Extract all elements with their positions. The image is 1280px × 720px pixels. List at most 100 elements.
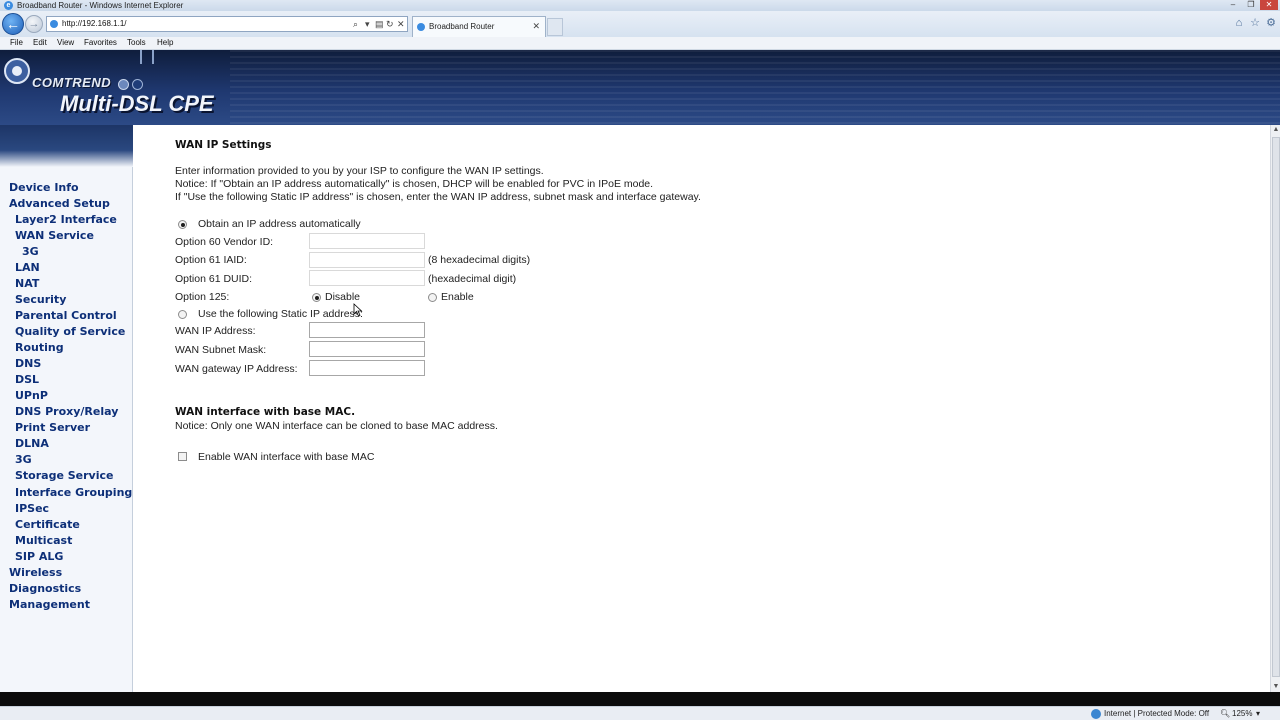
wan-gateway-input[interactable] (309, 360, 425, 376)
mac-section-title: WAN interface with base MAC. (175, 406, 356, 418)
back-button[interactable]: ← (2, 13, 24, 35)
stop-icon[interactable]: ✕ (397, 17, 405, 31)
brand-dot (132, 79, 143, 90)
zoom-dropdown-icon[interactable]: ▾ (1256, 707, 1260, 720)
enable-base-mac-checkbox[interactable] (178, 452, 187, 461)
sidebar-item-diagnostics[interactable]: Diagnostics (9, 582, 81, 595)
zoom-icon[interactable]: 🔍︎ (1220, 707, 1230, 720)
mouse-cursor-icon (353, 303, 363, 317)
menu-file[interactable]: File (10, 37, 23, 49)
sidebar-item-nat[interactable]: NAT (15, 277, 39, 290)
sidebar-item-parental-control[interactable]: Parental Control (15, 309, 117, 322)
window-title: Broadband Router - Windows Internet Expl… (17, 1, 184, 10)
sidebar-header-blend (0, 125, 133, 167)
sidebar-item-interface-grouping[interactable]: Interface Grouping (15, 486, 132, 499)
dropdown-arrow-icon[interactable]: ▾ (365, 17, 370, 31)
sidebar-item-dns-proxy-relay[interactable]: DNS Proxy/Relay (15, 405, 118, 418)
menu-help[interactable]: Help (157, 37, 173, 49)
sidebar-item-wan-service[interactable]: WAN Service (15, 229, 94, 242)
option61-iaid-input[interactable] (309, 252, 425, 268)
option60-label: Option 60 Vendor ID: (175, 236, 274, 248)
close-icon[interactable]: ✕ (1260, 0, 1278, 10)
product-name: Multi-DSL CPE (60, 91, 214, 116)
sidebar-item-storage-service[interactable]: Storage Service (15, 469, 113, 482)
menu-edit[interactable]: Edit (33, 37, 47, 49)
brand-name: COMTREND (32, 75, 112, 90)
sidebar-item-3g[interactable]: 3G (15, 453, 32, 466)
intro-line: Enter information provided to you by you… (175, 165, 544, 177)
home-icon[interactable]: ⌂ (1232, 16, 1246, 30)
maximize-icon[interactable]: ❐ (1242, 0, 1260, 10)
sidebar-item-wireless[interactable]: Wireless (9, 566, 62, 579)
scroll-down-icon[interactable]: ▼ (1271, 682, 1280, 692)
sidebar-item-ipsec[interactable]: IPSec (15, 502, 49, 515)
refresh-icon[interactable]: ↻ (386, 17, 394, 31)
search-icon[interactable]: ⌕ (353, 17, 358, 31)
sidebar-item-dsl[interactable]: DSL (15, 373, 39, 386)
security-zone[interactable]: Internet | Protected Mode: Off (1104, 707, 1209, 720)
address-bar[interactable]: http://192.168.1.1/ ⌕ ▾ ▤ ↻ ✕ (46, 16, 408, 32)
wan-ip-label: WAN IP Address: (175, 325, 256, 337)
gateway-label: WAN gateway IP Address: (175, 363, 298, 375)
option125-disable-label: Disable (325, 291, 361, 303)
ie-logo-icon: e (4, 1, 13, 10)
scroll-thumb[interactable] (1272, 137, 1280, 677)
sidebar-item-certificate[interactable]: Certificate (15, 518, 80, 531)
sidebar-item-security[interactable]: Security (15, 293, 66, 306)
sidebar-item-advanced-setup[interactable]: Advanced Setup (9, 197, 110, 210)
minimize-icon[interactable]: – (1224, 0, 1242, 10)
brand-dot (118, 79, 129, 90)
internet-globe-icon (1091, 709, 1101, 719)
option125-enable-label: Enable (441, 291, 474, 303)
option60-vendor-id-input[interactable] (309, 233, 425, 249)
wan-subnet-mask-input[interactable] (309, 341, 425, 357)
gear-icon[interactable]: ⚙ (1264, 16, 1278, 30)
sidebar-item-dlna[interactable]: DLNA (15, 437, 49, 450)
obtain-ip-auto-radio[interactable] (178, 220, 187, 229)
header-stripes (230, 50, 1280, 125)
sidebar-item-layer2-interface[interactable]: Layer2 Interface (15, 213, 117, 226)
compatibility-view-icon[interactable]: ▤ (375, 17, 384, 31)
intro-line: Notice: If "Obtain an IP address automat… (175, 178, 654, 190)
wan-ip-address-input[interactable] (309, 322, 425, 338)
favorites-star-icon[interactable]: ☆ (1248, 16, 1262, 30)
option61-iaid-label: Option 61 IAID: (175, 254, 247, 266)
mac-notice: Notice: Only one WAN interface can be cl… (175, 420, 498, 432)
sidebar-item-device-info[interactable]: Device Info (9, 181, 79, 194)
page-title: WAN IP Settings (175, 139, 272, 151)
sidebar-item-quality-of-service[interactable]: Quality of Service (15, 325, 125, 338)
menu-bar: File Edit View Favorites Tools Help (0, 37, 1280, 50)
zoom-level[interactable]: 125% (1232, 707, 1252, 720)
menu-view[interactable]: View (57, 37, 74, 49)
option61-duid-input[interactable] (309, 270, 425, 286)
sidebar-item-upnp[interactable]: UPnP (15, 389, 48, 402)
sidebar-item-sip-alg[interactable]: SIP ALG (15, 550, 63, 563)
sidebar-item-dns[interactable]: DNS (15, 357, 41, 370)
sidebar-item-print-server[interactable]: Print Server (15, 421, 90, 434)
tab-favicon-icon (417, 23, 425, 31)
router-header: COMTREND Multi-DSL CPE (0, 50, 1280, 125)
static-ip-radio[interactable] (178, 310, 187, 319)
page-scrollbar[interactable]: ▲ ▼ (1270, 125, 1280, 692)
option125-enable-radio[interactable] (428, 293, 437, 302)
new-tab-button[interactable] (547, 18, 563, 36)
sidebar-item-management[interactable]: Management (9, 598, 90, 611)
subnet-mask-label: WAN Subnet Mask: (175, 344, 267, 356)
bottom-edge (0, 692, 1280, 706)
menu-tools[interactable]: Tools (127, 37, 146, 49)
navigation-bar: ← → http://192.168.1.1/ ⌕ ▾ ▤ ↻ ✕ Broadb… (0, 11, 1280, 37)
forward-button[interactable]: → (25, 15, 43, 33)
option125-disable-radio[interactable] (312, 293, 321, 302)
page-favicon-icon (50, 20, 58, 28)
sidebar-item-lan[interactable]: LAN (15, 261, 40, 274)
sidebar-item-wan-3g[interactable]: 3G (22, 245, 39, 258)
window-title-bar: e Broadband Router - Windows Internet Ex… (0, 0, 1280, 11)
tab-close-icon[interactable]: ✕ (532, 17, 540, 36)
sidebar-item-routing[interactable]: Routing (15, 341, 64, 354)
menu-favorites[interactable]: Favorites (84, 37, 117, 49)
status-bar: Internet | Protected Mode: Off 🔍︎ 125% ▾ (0, 706, 1280, 720)
tab-broadband-router[interactable]: Broadband Router ✕ (412, 16, 546, 37)
sidebar-item-multicast[interactable]: Multicast (15, 534, 72, 547)
option61-iaid-hint: (8 hexadecimal digits) (428, 254, 531, 266)
scroll-up-icon[interactable]: ▲ (1271, 125, 1280, 135)
